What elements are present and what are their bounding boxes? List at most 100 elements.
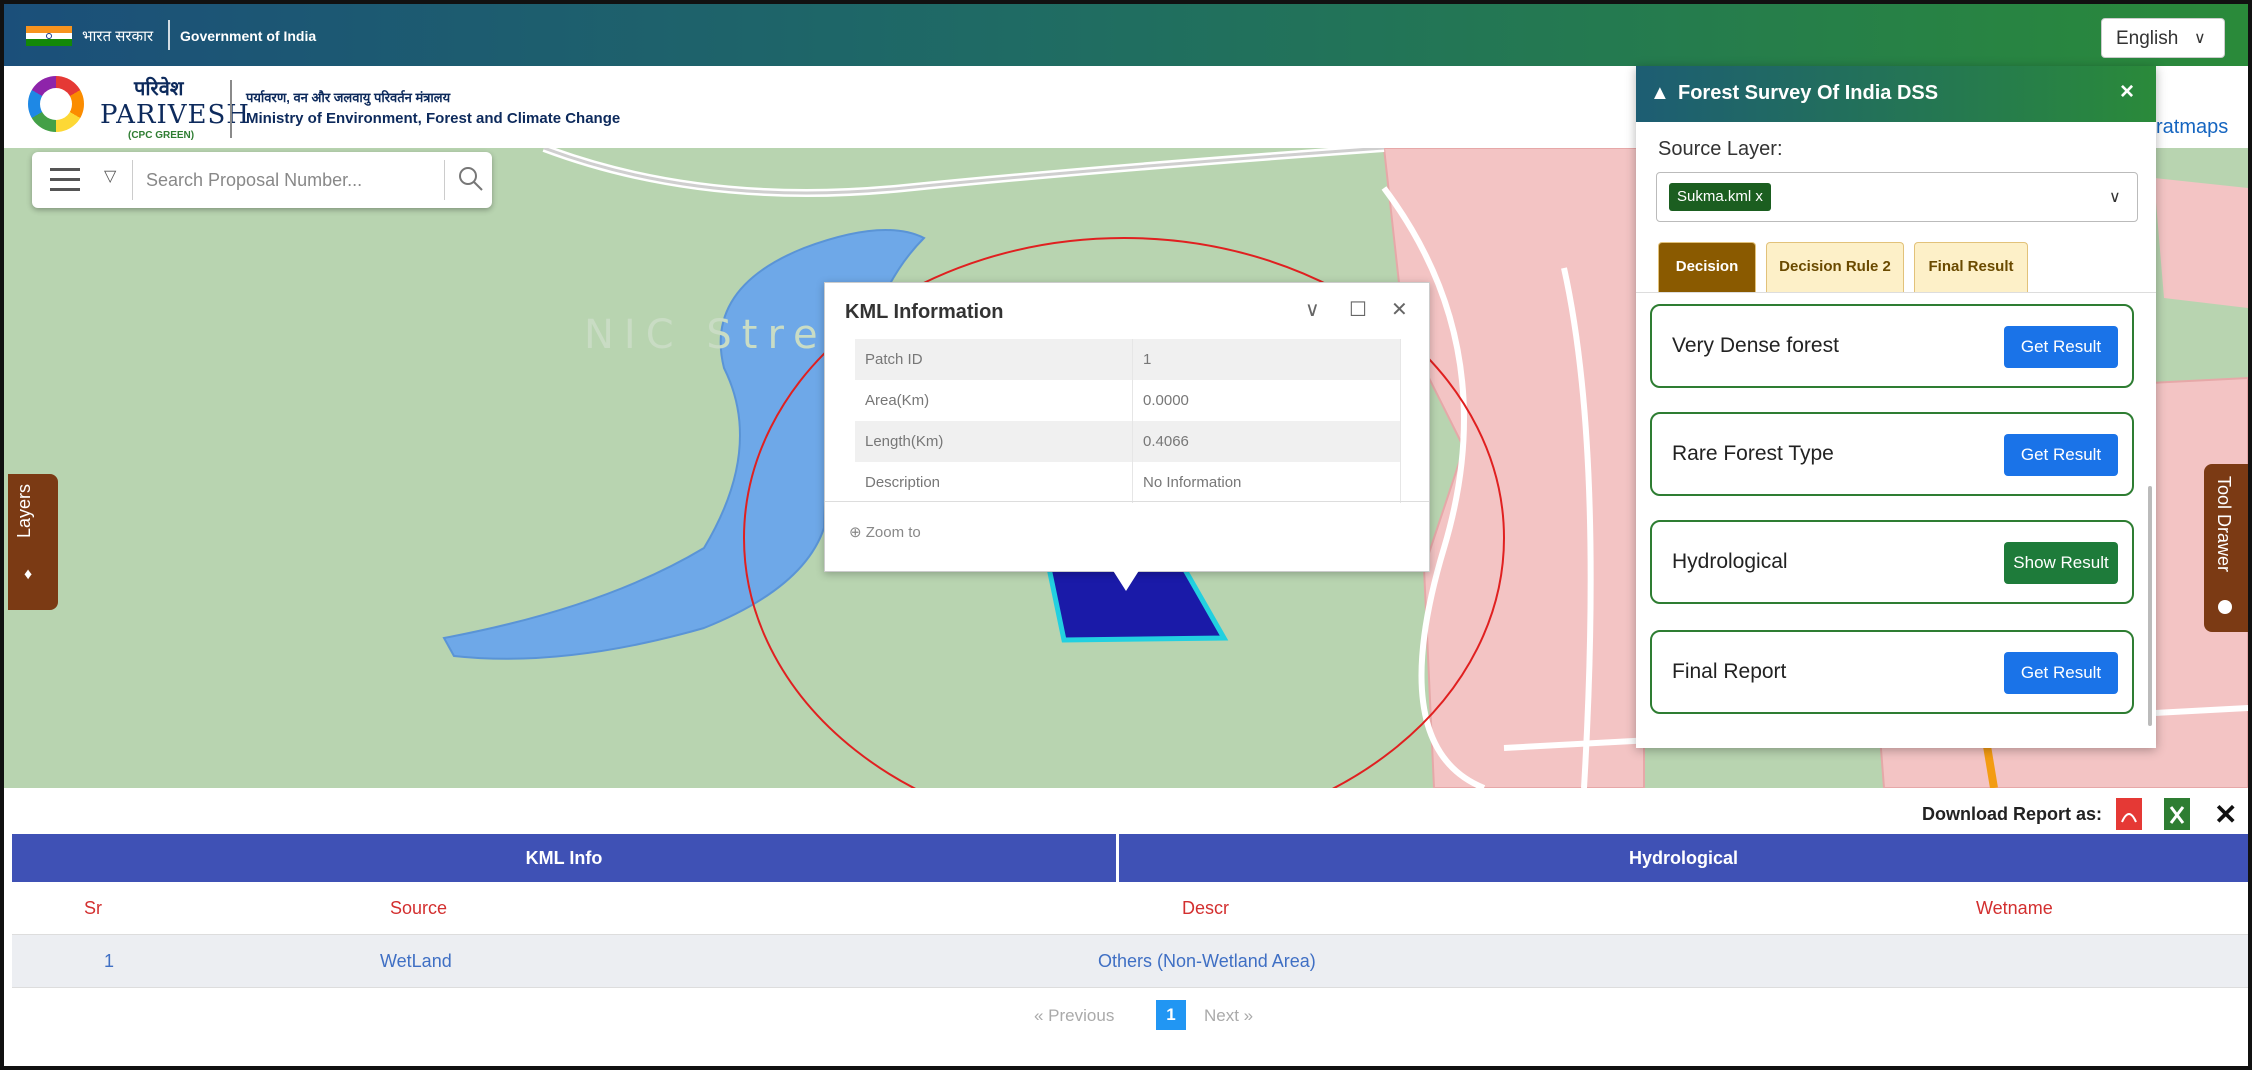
popup-divider	[825, 501, 1429, 502]
decision-rule-list[interactable]: Very Dense forest Get Result Rare Forest…	[1636, 294, 2146, 748]
tool-drawer-label: Tool Drawer	[2214, 476, 2234, 573]
fsi-panel-title: Forest Survey Of India DSS	[1678, 82, 1939, 104]
table-cell-key: Length(Km)	[855, 421, 1133, 462]
india-flag-icon	[26, 26, 72, 46]
table-cell-value: 0.4066	[1132, 421, 1401, 462]
app-frame: भारत सरकार Government of India English ∨…	[0, 0, 2252, 1070]
zoom-in-icon: ⊕	[849, 524, 862, 541]
rule-label: Rare Forest Type	[1672, 442, 1834, 465]
language-label: English	[2116, 28, 2179, 49]
layers-tab[interactable]: Layers ♦	[8, 474, 58, 610]
tool-drawer-tab[interactable]: Tool Drawer	[2204, 464, 2248, 632]
rule-label: Very Dense forest	[1672, 334, 1839, 357]
hamburger-menu-icon[interactable]	[50, 168, 80, 192]
column-header-sr: Sr	[84, 898, 102, 918]
fsi-close-button[interactable]: ×	[2120, 78, 2134, 106]
fsi-panel-header: ▲ Forest Survey Of India DSS ×	[1636, 66, 2156, 122]
source-layer-select[interactable]: Sukma.kml x ∨	[1656, 172, 2138, 222]
cell-sr: 1	[104, 951, 115, 971]
get-result-button[interactable]: Get Result	[2004, 652, 2118, 694]
chevron-down-icon: ∨	[2109, 189, 2121, 206]
table-row: Length(Km) 0.4066	[855, 421, 1401, 462]
selected-layer-chip[interactable]: Sukma.kml x	[1669, 183, 1771, 211]
tab-hydrological[interactable]: Hydrological	[1119, 834, 2248, 882]
rule-card-final-report: Final Report Get Result	[1650, 630, 2134, 714]
previous-page-button[interactable]: « Previous	[1034, 1006, 1114, 1026]
table-cell-value: 1	[1132, 339, 1401, 380]
current-page-button[interactable]: 1	[1156, 1000, 1186, 1030]
layers-label: Layers	[14, 483, 34, 538]
table-cell-key: Area(Km)	[855, 380, 1133, 421]
get-result-button[interactable]: Get Result	[2004, 434, 2118, 476]
collapse-icon[interactable]: ∨	[1305, 297, 1320, 322]
column-header-descr: Descr	[1182, 898, 1230, 918]
rule-label: Hydrological	[1672, 550, 1788, 573]
tab-divider	[1636, 292, 2156, 293]
rule-card-very-dense-forest: Very Dense forest Get Result	[1650, 304, 2134, 388]
zoom-to-link[interactable]: ⊕ Zoom to	[849, 523, 921, 541]
report-tabs: KML Info Hydrological	[12, 834, 2248, 882]
logo-subtitle: (CPC GREEN)	[128, 130, 195, 141]
get-result-button[interactable]: Get Result	[2004, 326, 2118, 368]
parivesh-logo-icon[interactable]	[28, 76, 84, 132]
popup-pointer	[1112, 569, 1140, 591]
cell-source: WetLand	[380, 951, 452, 971]
tool-drawer-icon	[2218, 600, 2232, 614]
tab-decision-rule-2[interactable]: Decision Rule 2	[1766, 242, 1904, 292]
table-cell-key: Patch ID	[855, 339, 1133, 380]
table-row: 1 WetLand Others (Non-Wetland Area)	[12, 934, 2248, 988]
report-section: Download Report as: ✕ KML Info Hydrologi…	[4, 788, 2248, 1066]
fsi-dss-panel: ▲ Forest Survey Of India DSS × Source La…	[1636, 66, 2156, 748]
search-icon[interactable]	[456, 164, 486, 194]
pdf-download-icon[interactable]	[2114, 796, 2144, 832]
table-cell-value: 0.0000	[1132, 380, 1401, 421]
close-icon[interactable]: ✕	[1391, 297, 1408, 322]
forest-icon: ▲	[1650, 82, 1670, 104]
tab-kml-info[interactable]: KML Info	[12, 834, 1116, 882]
kml-info-table: Patch ID 1 Area(Km) 0.0000 Length(Km) 0.406…	[855, 339, 1401, 503]
cell-descr: Others (Non-Wetland Area)	[1098, 951, 1316, 971]
header-divider	[230, 80, 232, 138]
table-row: Description No Information	[855, 462, 1401, 503]
gov-divider	[168, 20, 170, 50]
download-report-label: Download Report as:	[1922, 804, 2103, 824]
kml-popup-title: KML Information	[845, 301, 1004, 323]
zoom-to-label: Zoom to	[865, 524, 921, 541]
ministry-hindi: पर्यावरण, वन और जलवायु परिवर्तन मंत्रालय	[246, 90, 451, 105]
source-layer-label: Source Layer:	[1658, 138, 1783, 160]
close-report-icon[interactable]: ✕	[2214, 798, 2237, 831]
show-result-button[interactable]: Show Result	[2004, 542, 2118, 584]
maximize-icon[interactable]: ☐	[1349, 297, 1367, 322]
table-cell-value: No Information	[1132, 462, 1401, 503]
table-cell-key: Description	[855, 462, 1133, 503]
layers-icon: ♦	[24, 566, 33, 583]
gov-hindi-text: भारत सरकार	[82, 28, 154, 45]
next-page-button[interactable]: Next »	[1204, 1006, 1253, 1026]
rule-label: Final Report	[1672, 660, 1787, 683]
search-divider	[132, 160, 133, 200]
table-row: Area(Km) 0.0000	[855, 380, 1401, 421]
search-divider-2	[444, 160, 445, 200]
map-text-label: NIC Stree	[584, 312, 862, 358]
gov-english-text: Government of India	[180, 28, 317, 44]
rule-card-hydrological: Hydrological Show Result	[1650, 520, 2134, 604]
panel-scrollbar[interactable]	[2148, 486, 2152, 726]
logo-hindi: परिवेश	[134, 76, 184, 100]
table-row: Patch ID 1	[855, 339, 1401, 380]
partner-logo: ratmaps	[2156, 116, 2229, 138]
column-header-source: Source	[390, 898, 448, 918]
search-input[interactable]: Search Proposal Number...	[146, 170, 362, 191]
chevron-down-icon: ∨	[2194, 30, 2206, 47]
proposal-search-bar: ▽ Search Proposal Number...	[32, 152, 492, 208]
kml-info-popup: KML Information ∨ ☐ ✕ Patch ID 1 Area(Km)…	[824, 282, 1430, 572]
ministry-english: Ministry of Environment, Forest and Clim…	[246, 110, 621, 127]
tab-decision-rule-1[interactable]: Decision Rule 1	[1658, 242, 1756, 323]
language-select[interactable]: English ∨	[2101, 18, 2225, 58]
filter-dropdown-icon[interactable]: ▽	[104, 166, 116, 186]
rule-card-rare-forest-type: Rare Forest Type Get Result	[1650, 412, 2134, 496]
tab-final-result[interactable]: Final Result	[1914, 242, 2028, 292]
logo-english: PARIVESH	[100, 100, 250, 130]
excel-download-icon[interactable]	[2162, 796, 2192, 832]
column-header-wetname: Wetname	[1976, 898, 2053, 918]
gov-bar: भारत सरकार Government of India English ∨	[4, 4, 2248, 66]
